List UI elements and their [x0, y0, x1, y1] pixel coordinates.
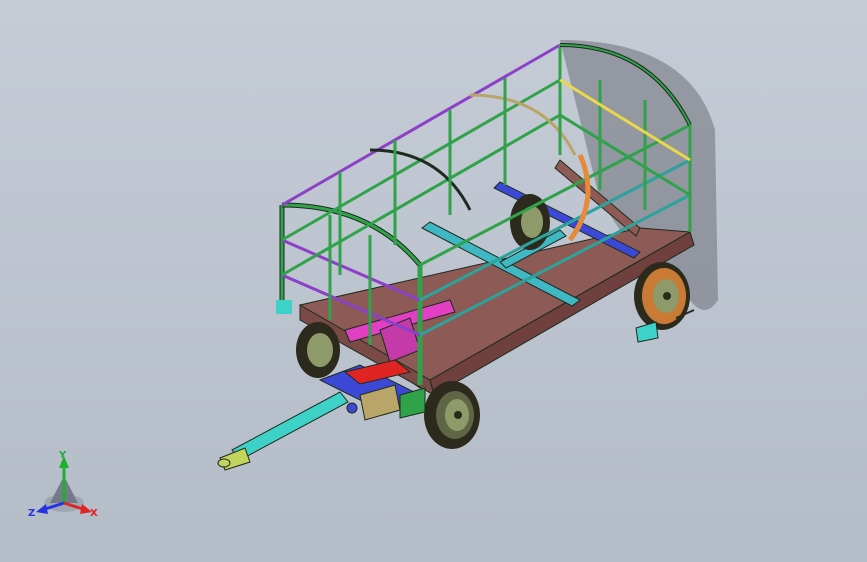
front-right-wheel: [424, 381, 480, 449]
z-axis-label: Z: [28, 508, 35, 519]
tow-bar: [217, 391, 349, 471]
z-axis-arrow: [36, 504, 48, 514]
rear-right-wheel: [634, 262, 690, 330]
cad-viewport[interactable]: Y X Z: [0, 0, 867, 562]
x-axis-label: X: [90, 508, 98, 519]
y-axis-label: Y: [58, 450, 67, 461]
front-left-wheel: [296, 322, 340, 378]
trailer-3d-model[interactable]: [0, 0, 867, 562]
orientation-triad[interactable]: Y X Z: [26, 448, 106, 524]
